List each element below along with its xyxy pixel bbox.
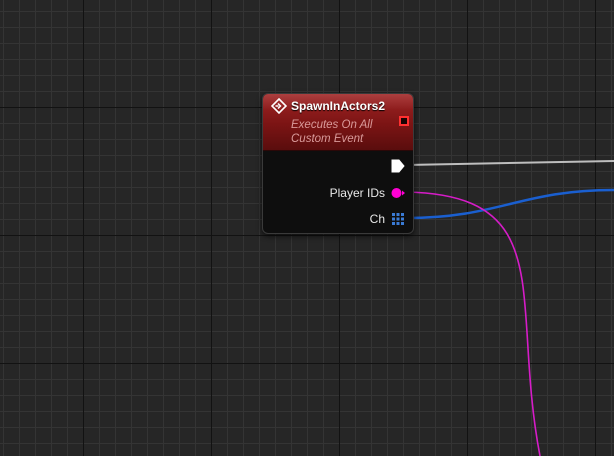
pin-row-ch[interactable]: Ch xyxy=(370,211,405,227)
node-subtitle-line2: Custom Event xyxy=(291,133,364,145)
pin-label-ch: Ch xyxy=(369,212,385,226)
array-pin-icon[interactable] xyxy=(391,213,405,225)
pin-label-player-ids: Player IDs xyxy=(329,186,385,200)
player-ids-pin-icon[interactable] xyxy=(391,187,405,199)
node-header[interactable]: SpawnInActors2 Executes On All Custom Ev… xyxy=(263,94,413,151)
pin-row-player-ids[interactable]: Player IDs xyxy=(330,185,405,201)
delegate-pin[interactable] xyxy=(399,116,409,126)
exec-pin-icon[interactable] xyxy=(391,158,405,174)
pin-row-exec[interactable] xyxy=(391,158,405,174)
event-node-spawn-in-actors[interactable]: SpawnInActors2 Executes On All Custom Ev… xyxy=(262,93,414,234)
custom-event-icon xyxy=(271,98,287,114)
node-subtitle-line1: Executes On All xyxy=(291,119,373,131)
node-title: SpawnInActors2 xyxy=(291,99,386,113)
node-subtitle: Executes On All Custom Event xyxy=(291,118,372,146)
